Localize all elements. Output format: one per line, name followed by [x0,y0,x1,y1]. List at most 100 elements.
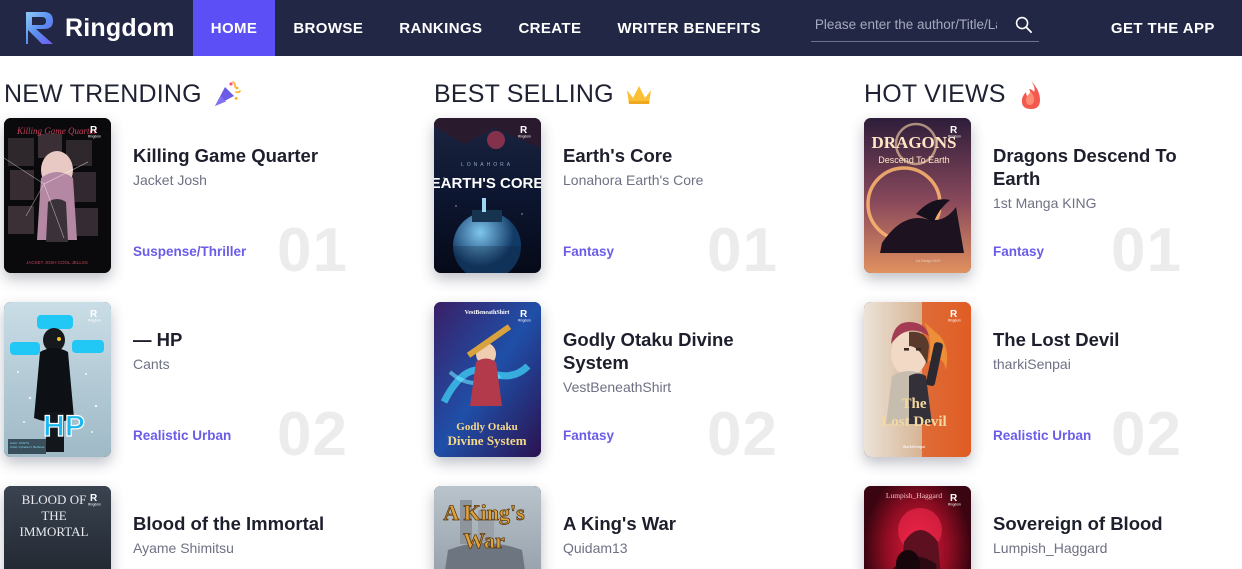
svg-text:Ringdom: Ringdom [88,503,101,507]
book-row[interactable]: Killing Game Quarter JACKET JOSH COOL JE… [4,118,430,302]
nav-item-rankings[interactable]: RANKINGS [381,0,500,56]
book-title[interactable]: The Lost Devil [993,328,1215,351]
search-area [810,15,1039,42]
hp-cover[interactable]: HP Autor: CANTS Artist: Cybella N. Barbo… [4,302,111,457]
book-title[interactable]: Dragons Descend To Earth [993,144,1215,190]
column-best-selling: BEST SELLING LONAHORA EARTH'S CORE R Rin… [430,56,860,569]
svg-text:Godly Otaku: Godly Otaku [456,421,517,433]
sovereign-of-blood-cover[interactable]: Lumpish_Haggard R Ringdom [864,486,971,569]
svg-text:Ringdom: Ringdom [518,319,531,323]
nav-item-writer-benefits[interactable]: WRITER BENEFITS [599,0,779,56]
svg-text:LONAHORA: LONAHORA [461,162,513,168]
book-title[interactable]: Killing Game Quarter [133,144,355,167]
book-title[interactable]: Godly Otaku Divine System [563,328,785,374]
book-author: Jacket Josh [133,172,207,189]
book-row[interactable]: A King's War 03 A King's War Quidam13 [434,486,860,569]
book-author: Cants [133,356,170,373]
column-hot-views: HOT VIEWS DRAGONS Descend To Earth 1st M… [860,56,1242,569]
book-title[interactable]: — HP [133,328,355,351]
book-row[interactable]: VestBeneathShirt Godly Otaku Divine Syst… [434,302,860,486]
book-info: 03 Sovereign of Blood Lumpish_Haggard [993,486,1242,569]
book-info: 02 — HP Cants Realistic Urban [133,302,430,469]
earths-core-cover[interactable]: LONAHORA EARTH'S CORE R Ringdom [434,118,541,273]
godly-otaku-divine-system-cover[interactable]: VestBeneathShirt Godly Otaku Divine Syst… [434,302,541,457]
svg-text:A King's: A King's [443,500,525,525]
section-header-best-selling: BEST SELLING [430,56,860,118]
svg-text:IMMORTAL: IMMORTAL [20,524,89,539]
book-info: 02 Godly Otaku Divine System VestBeneath… [563,302,860,469]
book-row[interactable]: HP Autor: CANTS Artist: Cybella N. Barbo… [4,302,430,486]
rank-number: 02 [707,400,778,469]
column-new-trending: NEW TRENDING Killing Game Quarter JACKET… [0,56,430,569]
search-box[interactable] [810,15,1039,42]
book-genre-link[interactable]: Realistic Urban [133,428,231,443]
party-popper-icon [212,79,242,109]
secondary-nav: GET THE APP LIBRARY [1085,0,1242,56]
book-info: 01 Earth's Core Lonahora Earth's Core Fa… [563,118,860,285]
book-author: 1st Manga KING [993,195,1097,212]
svg-text:1st Manga KING: 1st Manga KING [915,259,940,263]
svg-text:EARTH'S CORE: EARTH'S CORE [434,175,541,192]
svg-text:Ringdom: Ringdom [88,319,101,323]
rankings-columns: NEW TRENDING Killing Game Quarter JACKET… [0,56,1242,569]
svg-text:War: War [463,528,505,553]
section-title-text: NEW TRENDING [4,79,202,108]
svg-text:Killing Game Quarter: Killing Game Quarter [16,126,97,136]
book-genre-link[interactable]: Suspense/Thriller [133,244,246,259]
svg-text:Lumpish_Haggard: Lumpish_Haggard [886,491,942,500]
book-author: Lumpish_Haggard [993,540,1108,557]
crown-icon [624,79,654,109]
book-info: 01 Killing Game Quarter Jacket Josh Susp… [133,118,430,285]
book-row[interactable]: Lumpish_Haggard R Ringdom 03 Sovereign o… [864,486,1242,569]
svg-text:DRAGONS: DRAGONS [871,133,956,152]
nav-item-home[interactable]: HOME [192,0,276,56]
book-title[interactable]: Earth's Core [563,144,785,167]
book-row[interactable]: The Lost Devil tharkiSenpai R Ringdom 02… [864,302,1242,486]
svg-text:VestBeneathShirt: VestBeneathShirt [465,310,510,316]
dragons-descend-to-earth-cover[interactable]: DRAGONS Descend To Earth 1st Manga KING … [864,118,971,273]
search-input[interactable] [814,16,997,32]
book-info: 02 The Lost Devil tharkiSenpai Realistic… [993,302,1242,469]
killing-game-quarter-cover[interactable]: Killing Game Quarter JACKET JOSH COOL JE… [4,118,111,273]
svg-text:JACKET JOSH COOL JELLSS: JACKET JOSH COOL JELLSS [26,260,88,265]
svg-text:Artist: Cybella N. Barbosa: Artist: Cybella N. Barbosa [10,445,45,449]
svg-text:Ringdom: Ringdom [948,135,961,139]
svg-text:THE: THE [41,508,66,523]
nav-item-browse[interactable]: BROWSE [275,0,381,56]
book-info: 01 Dragons Descend To Earth 1st Manga KI… [993,118,1242,285]
book-info: 03 Blood of the Immortal Ayame Shimitsu [133,486,430,569]
brand-home-link[interactable]: Ringdom [0,0,193,56]
rank-number: 01 [707,216,778,285]
the-lost-devil-cover[interactable]: The Lost Devil tharkiSenpai R Ringdom [864,302,971,457]
book-list-new-trending: Killing Game Quarter JACKET JOSH COOL JE… [0,118,430,569]
book-title[interactable]: Sovereign of Blood [993,512,1215,535]
book-title[interactable]: Blood of the Immortal [133,512,355,535]
book-row[interactable]: DRAGONS Descend To Earth 1st Manga KING … [864,118,1242,302]
book-row[interactable]: BLOOD OF THE IMMORTAL R Ringdom 03 Blood… [4,486,430,569]
book-list-best-selling: LONAHORA EARTH'S CORE R Ringdom 01 Earth… [430,118,860,569]
nav-item-get-the-app[interactable]: GET THE APP [1085,20,1241,37]
book-genre-link[interactable]: Fantasy [563,428,614,443]
section-header-new-trending: NEW TRENDING [0,56,430,118]
book-genre-link[interactable]: Fantasy [563,244,614,259]
book-genre-link[interactable]: Fantasy [993,244,1044,259]
book-row[interactable]: LONAHORA EARTH'S CORE R Ringdom 01 Earth… [434,118,860,302]
svg-text:HP: HP [43,410,85,443]
nav-item-create[interactable]: CREATE [500,0,599,56]
svg-text:Lost Devil: Lost Devil [881,414,946,430]
rank-number: 02 [277,400,348,469]
a-kings-war-cover[interactable]: A King's War [434,486,541,569]
top-navigation-bar: Ringdom HOME BROWSE RANKINGS CREATE WRIT… [0,0,1242,56]
svg-text:Divine System: Divine System [447,433,526,448]
primary-nav: HOME BROWSE RANKINGS CREATE WRITER BENEF… [192,0,779,56]
book-author: VestBeneathShirt [563,379,672,396]
svg-text:Ringdom: Ringdom [518,135,531,139]
section-title-text: BEST SELLING [434,79,614,108]
book-author: tharkiSenpai [993,356,1071,373]
search-icon[interactable] [1014,15,1033,34]
svg-text:Ringdom: Ringdom [948,319,961,323]
svg-text:tharkiSenpai: tharkiSenpai [903,444,926,449]
blood-of-the-immortal-cover[interactable]: BLOOD OF THE IMMORTAL R Ringdom [4,486,111,569]
book-genre-link[interactable]: Realistic Urban [993,428,1091,443]
book-title[interactable]: A King's War [563,512,785,535]
